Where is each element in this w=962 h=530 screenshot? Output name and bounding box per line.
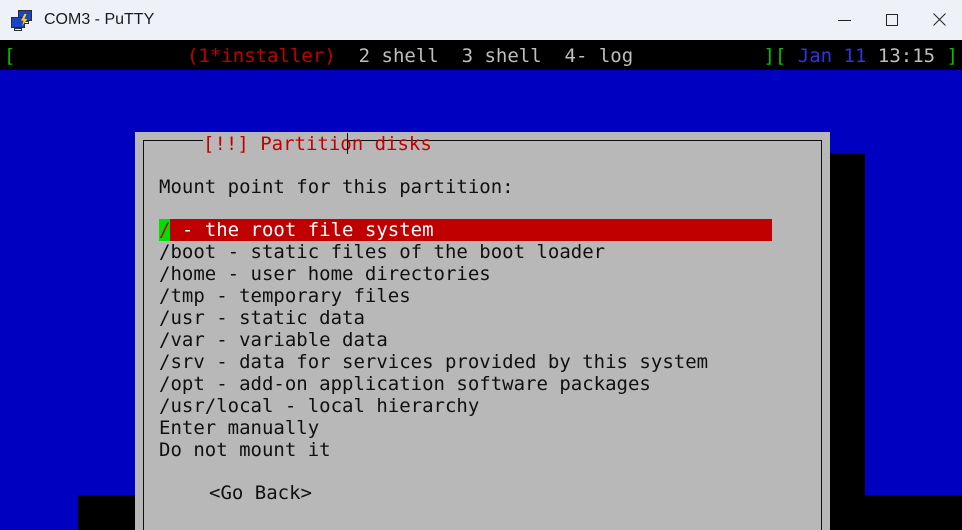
- terminal-area[interactable]: [ (1*installer) 2 shell 3 shell 4- log ]…: [0, 40, 962, 530]
- tmux-right-brackets: ][: [763, 45, 787, 67]
- putty-window: COM3 - PuTTY [ (1*installer) 2 shell 3 s…: [0, 0, 962, 530]
- menu-item-label: /usr/local - local hierarchy: [159, 395, 480, 417]
- tmux-time: 13:15: [877, 45, 936, 67]
- menu-item[interactable]: /var - variable data: [159, 329, 799, 351]
- menu-item-label: /usr - static data: [159, 307, 365, 329]
- menu-item-label: /srv - data for services provided by thi…: [159, 351, 709, 373]
- text-cursor: /: [159, 219, 171, 241]
- menu-item[interactable]: /boot - static files of the boot loader: [159, 241, 799, 263]
- close-button[interactable]: [915, 0, 962, 40]
- menu-item-label: Do not mount it: [159, 439, 331, 461]
- terminal-bottom-blue-left: [0, 495, 78, 530]
- titlebar-left: COM3 - PuTTY: [0, 10, 821, 31]
- go-back-button[interactable]: <Go Back>: [209, 482, 312, 504]
- menu-item-label: /opt - add-on application software packa…: [159, 373, 651, 395]
- mount-point-menu[interactable]: / - the root file system/boot - static f…: [159, 219, 799, 461]
- menu-item-label: Enter manually: [159, 417, 320, 439]
- maximize-icon: [885, 14, 898, 26]
- maximize-button[interactable]: [868, 0, 915, 40]
- menu-item[interactable]: Do not mount it: [159, 439, 799, 461]
- menu-item-label: /var - variable data: [159, 329, 388, 351]
- tmux-window-list[interactable]: 2 shell 3 shell 4- log: [336, 45, 634, 67]
- window-titlebar: COM3 - PuTTY: [0, 0, 962, 40]
- menu-item[interactable]: /tmp - temporary files: [159, 285, 799, 307]
- menu-item[interactable]: /srv - data for services provided by thi…: [159, 351, 799, 373]
- minimize-button[interactable]: [821, 0, 868, 40]
- window-controls: [821, 0, 962, 40]
- partition-disks-dialog: Mount point for this partition: / - the …: [135, 132, 830, 530]
- menu-item[interactable]: / - the root file system: [159, 219, 772, 241]
- tmux-status-bar: [ (1*installer) 2 shell 3 shell 4- log ]…: [0, 42, 962, 70]
- menu-item-label: /tmp - temporary files: [159, 285, 411, 307]
- close-icon: [931, 12, 947, 28]
- menu-item-label: - the root file system: [170, 219, 434, 241]
- dialog-content: Mount point for this partition: / - the …: [135, 132, 830, 530]
- tmux-status-right: ][ Jan 11 13:15 ]: [763, 42, 958, 70]
- tmux-date: Jan 11: [797, 45, 867, 67]
- tmux-status-left: [ (1*installer) 2 shell 3 shell 4- log: [4, 42, 633, 70]
- tmux-end-bracket: ]: [946, 45, 958, 67]
- menu-item[interactable]: /opt - add-on application software packa…: [159, 373, 799, 395]
- window-title: COM3 - PuTTY: [44, 11, 155, 28]
- putty-icon: [11, 10, 33, 31]
- dialog-prompt: Mount point for this partition:: [159, 176, 514, 198]
- menu-item-label: /home - user home directories: [159, 263, 491, 285]
- dialog-title: [!!] Partition disks: [203, 132, 432, 156]
- menu-item[interactable]: /usr/local - local hierarchy: [159, 395, 799, 417]
- tmux-left-bracket: [: [4, 45, 16, 67]
- tmux-session-label[interactable]: (1*installer): [187, 45, 336, 67]
- dialog-title-tick-right: [347, 133, 348, 154]
- menu-item[interactable]: Enter manually: [159, 417, 799, 439]
- menu-item[interactable]: /usr - static data: [159, 307, 799, 329]
- menu-item[interactable]: /home - user home directories: [159, 263, 799, 285]
- minimize-icon: [838, 19, 851, 21]
- menu-item-label: /boot - static files of the boot loader: [159, 241, 606, 263]
